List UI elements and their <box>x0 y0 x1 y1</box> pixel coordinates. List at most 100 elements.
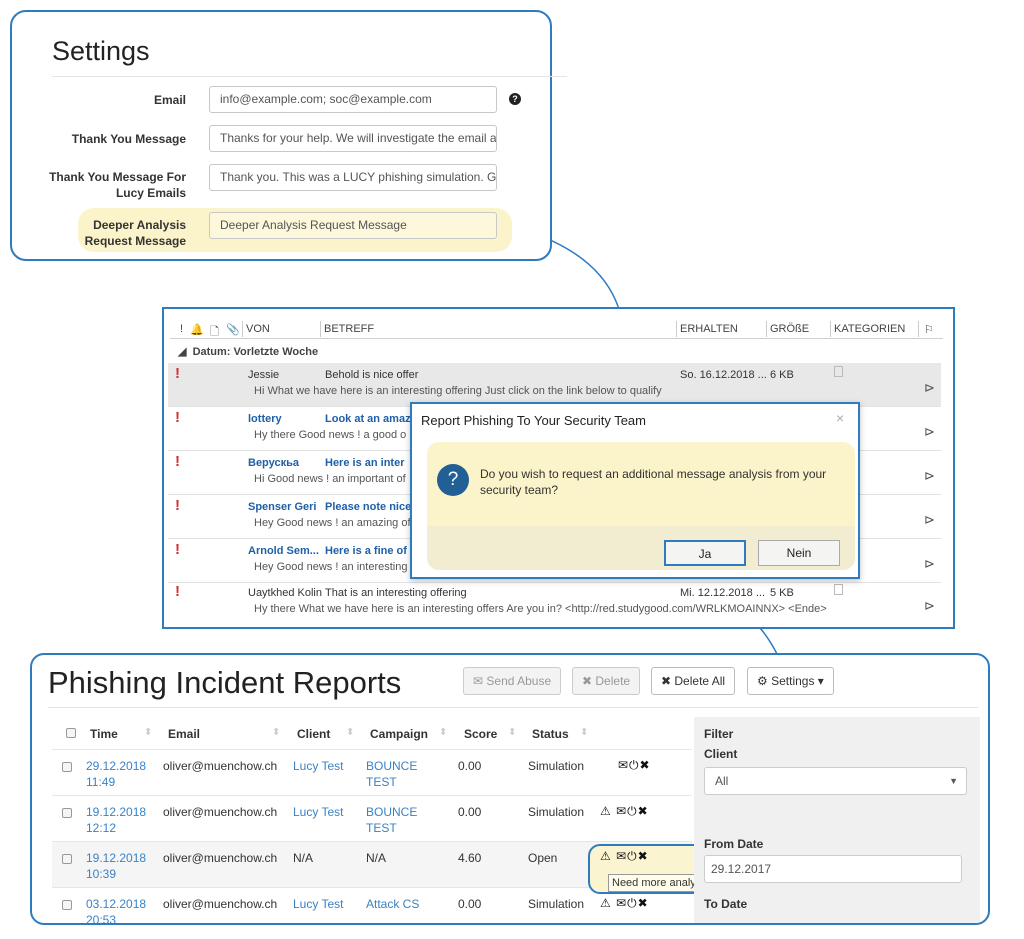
thank-you-lucy-field[interactable]: Thank you. This was a LUCY phishing simu… <box>209 164 497 191</box>
importance-column-icon[interactable]: ! <box>180 323 183 335</box>
send-abuse-button[interactable]: ✉ Send Abuse <box>463 667 562 695</box>
mail-date: So. 16.12.2018 ... <box>680 369 767 381</box>
flag-icon[interactable]: ⊳ <box>924 512 935 528</box>
mail-preview: Hi What we have here is an interesting o… <box>254 385 662 397</box>
row-actions[interactable]: ⚠ ✉⏻✖ <box>600 849 649 864</box>
mail-row[interactable]: ! Jessie Behold is nice offer Hi What we… <box>168 363 941 407</box>
mail-from: Верускьа <box>248 457 299 469</box>
row-campaign[interactable]: BOUNCE TEST <box>366 758 417 790</box>
importance-icon: ! <box>175 453 180 470</box>
row-time[interactable]: 29.12.2018 11:49 <box>86 758 146 790</box>
row-campaign[interactable]: BOUNCE TEST <box>366 804 417 836</box>
mail-column-header: ! 🔔 🗋 📎 VON BETREFF ERHALTEN GRÖßE KATEG… <box>170 319 943 339</box>
reports-title: Phishing Incident Reports <box>48 665 402 700</box>
importance-icon: ! <box>175 541 180 558</box>
row-status: Open <box>528 851 558 865</box>
thank-you-field[interactable]: Thanks for your help. We will investigat… <box>209 125 497 152</box>
row-actions[interactable]: ✉⏻✖ <box>618 758 651 773</box>
row-checkbox[interactable] <box>62 900 72 910</box>
document-column-icon[interactable]: 🗋 <box>210 323 219 342</box>
flag-column-icon[interactable]: ⚐ <box>924 323 934 336</box>
from-date-input[interactable]: 29.12.2017 <box>704 855 962 883</box>
flag-icon[interactable]: ⊳ <box>924 380 935 396</box>
row-score: 4.60 <box>458 851 482 865</box>
flag-icon[interactable]: ⊳ <box>924 598 935 614</box>
divider <box>48 707 978 708</box>
sort-icon[interactable]: ⬍ <box>508 727 516 738</box>
mail-preview: Hy there What we have here is an interes… <box>254 603 827 615</box>
client-select-value: All <box>715 774 729 788</box>
row-time[interactable]: 19.12.2018 12:12 <box>86 804 146 836</box>
row-actions[interactable]: ⚠ ✉⏻✖ <box>600 804 649 819</box>
settings-dropdown-button[interactable]: ⚙ Settings ▾ <box>747 667 834 695</box>
dialog-title: Report Phishing To Your Security Team <box>421 413 646 428</box>
client-select[interactable]: All ▼ <box>704 767 967 795</box>
row-campaign[interactable]: Attack CS <box>366 896 419 912</box>
header-email[interactable]: Email <box>168 727 200 741</box>
header-status[interactable]: Status <box>532 727 569 741</box>
table-row[interactable]: 19.12.2018 12:12 oliver@muenchow.ch Lucy … <box>52 795 692 841</box>
flag-icon[interactable]: ⊳ <box>924 424 935 440</box>
sort-icon[interactable]: ⬍ <box>272 727 280 738</box>
row-email: oliver@muenchow.ch <box>163 851 278 865</box>
settings-panel: Settings Email info@example.com; soc@exa… <box>10 10 567 261</box>
reminder-column-icon[interactable]: 🔔 <box>190 323 204 336</box>
mail-from: Arnold Sem... <box>248 545 319 557</box>
email-field[interactable]: info@example.com; soc@example.com <box>209 86 497 113</box>
row-score: 0.00 <box>458 897 482 911</box>
thank-you-lucy-label-line1: Thank You Message For <box>49 170 186 184</box>
deeper-analysis-field[interactable]: Deeper Analysis Request Message <box>209 212 497 239</box>
client-filter-label: Client <box>704 747 738 761</box>
row-checkbox[interactable] <box>62 762 72 772</box>
row-client[interactable]: Lucy Test <box>293 896 343 912</box>
mail-subject: Please note nice <box>325 501 412 513</box>
row-email: oliver@muenchow.ch <box>163 805 278 819</box>
table-row[interactable]: 29.12.2018 11:49 oliver@muenchow.ch Lucy … <box>52 749 692 795</box>
row-actions[interactable]: ⚠ ✉⏻✖ <box>600 896 649 911</box>
yes-button[interactable]: Ja <box>664 540 746 566</box>
row-client: N/A <box>293 851 314 865</box>
mail-preview: Hey Good news ! an interesting <box>254 561 408 573</box>
row-client[interactable]: Lucy Test <box>293 758 343 774</box>
row-checkbox[interactable] <box>62 808 72 818</box>
header-time[interactable]: Time <box>90 727 118 741</box>
delete-all-button[interactable]: ✖ Delete All <box>651 667 736 695</box>
mail-preview: Hy there Good news ! a good o <box>254 429 407 441</box>
row-checkbox[interactable] <box>62 854 72 864</box>
delete-button[interactable]: ✖ Delete <box>572 667 641 695</box>
column-size[interactable]: GRÖßE <box>770 323 809 335</box>
row-client[interactable]: Lucy Test <box>293 804 343 820</box>
filter-title: Filter <box>704 727 734 741</box>
flag-icon[interactable]: ⊳ <box>924 556 935 572</box>
flag-icon[interactable]: ⊳ <box>924 468 935 484</box>
category-box[interactable] <box>834 584 843 595</box>
sort-icon[interactable]: ⬍ <box>144 727 152 738</box>
header-client[interactable]: Client <box>297 727 330 741</box>
chevron-down-icon: ▼ <box>949 776 958 786</box>
column-received[interactable]: ERHALTEN <box>680 323 738 335</box>
header-score[interactable]: Score <box>464 727 497 741</box>
column-from[interactable]: VON <box>246 323 270 335</box>
select-all-checkbox[interactable] <box>66 728 76 738</box>
divider <box>52 76 567 77</box>
row-score: 0.00 <box>458 759 482 773</box>
sort-icon[interactable]: ⬍ <box>439 727 447 738</box>
mail-from: Uaytkhed Kolin <box>248 587 322 599</box>
column-subject[interactable]: BETREFF <box>324 323 374 335</box>
column-categories[interactable]: KATEGORIEN <box>834 323 905 335</box>
row-time[interactable]: 19.12.2018 10:39 <box>86 850 146 882</box>
header-campaign[interactable]: Campaign <box>370 727 428 741</box>
row-time[interactable]: 03.12.2018 20:53 <box>86 896 146 923</box>
question-circle-icon[interactable]: ? <box>509 93 521 105</box>
no-button[interactable]: Nein <box>758 540 840 566</box>
category-box[interactable] <box>834 366 843 377</box>
thank-you-lucy-label-line2: Lucy Emails <box>115 186 186 200</box>
sort-icon[interactable]: ⬍ <box>580 727 588 738</box>
attachment-column-icon[interactable]: 📎 <box>226 323 240 336</box>
sort-icon[interactable]: ⬍ <box>346 727 354 738</box>
mail-row[interactable]: ! Uaytkhed Kolin That is an interesting … <box>168 581 941 625</box>
date-group-header[interactable]: ◢ Datum: Vorletzte Woche <box>178 345 318 358</box>
report-phishing-dialog: Report Phishing To Your Security Team × … <box>410 402 860 579</box>
mail-from: lottery <box>248 413 282 425</box>
close-icon[interactable]: × <box>836 410 844 426</box>
